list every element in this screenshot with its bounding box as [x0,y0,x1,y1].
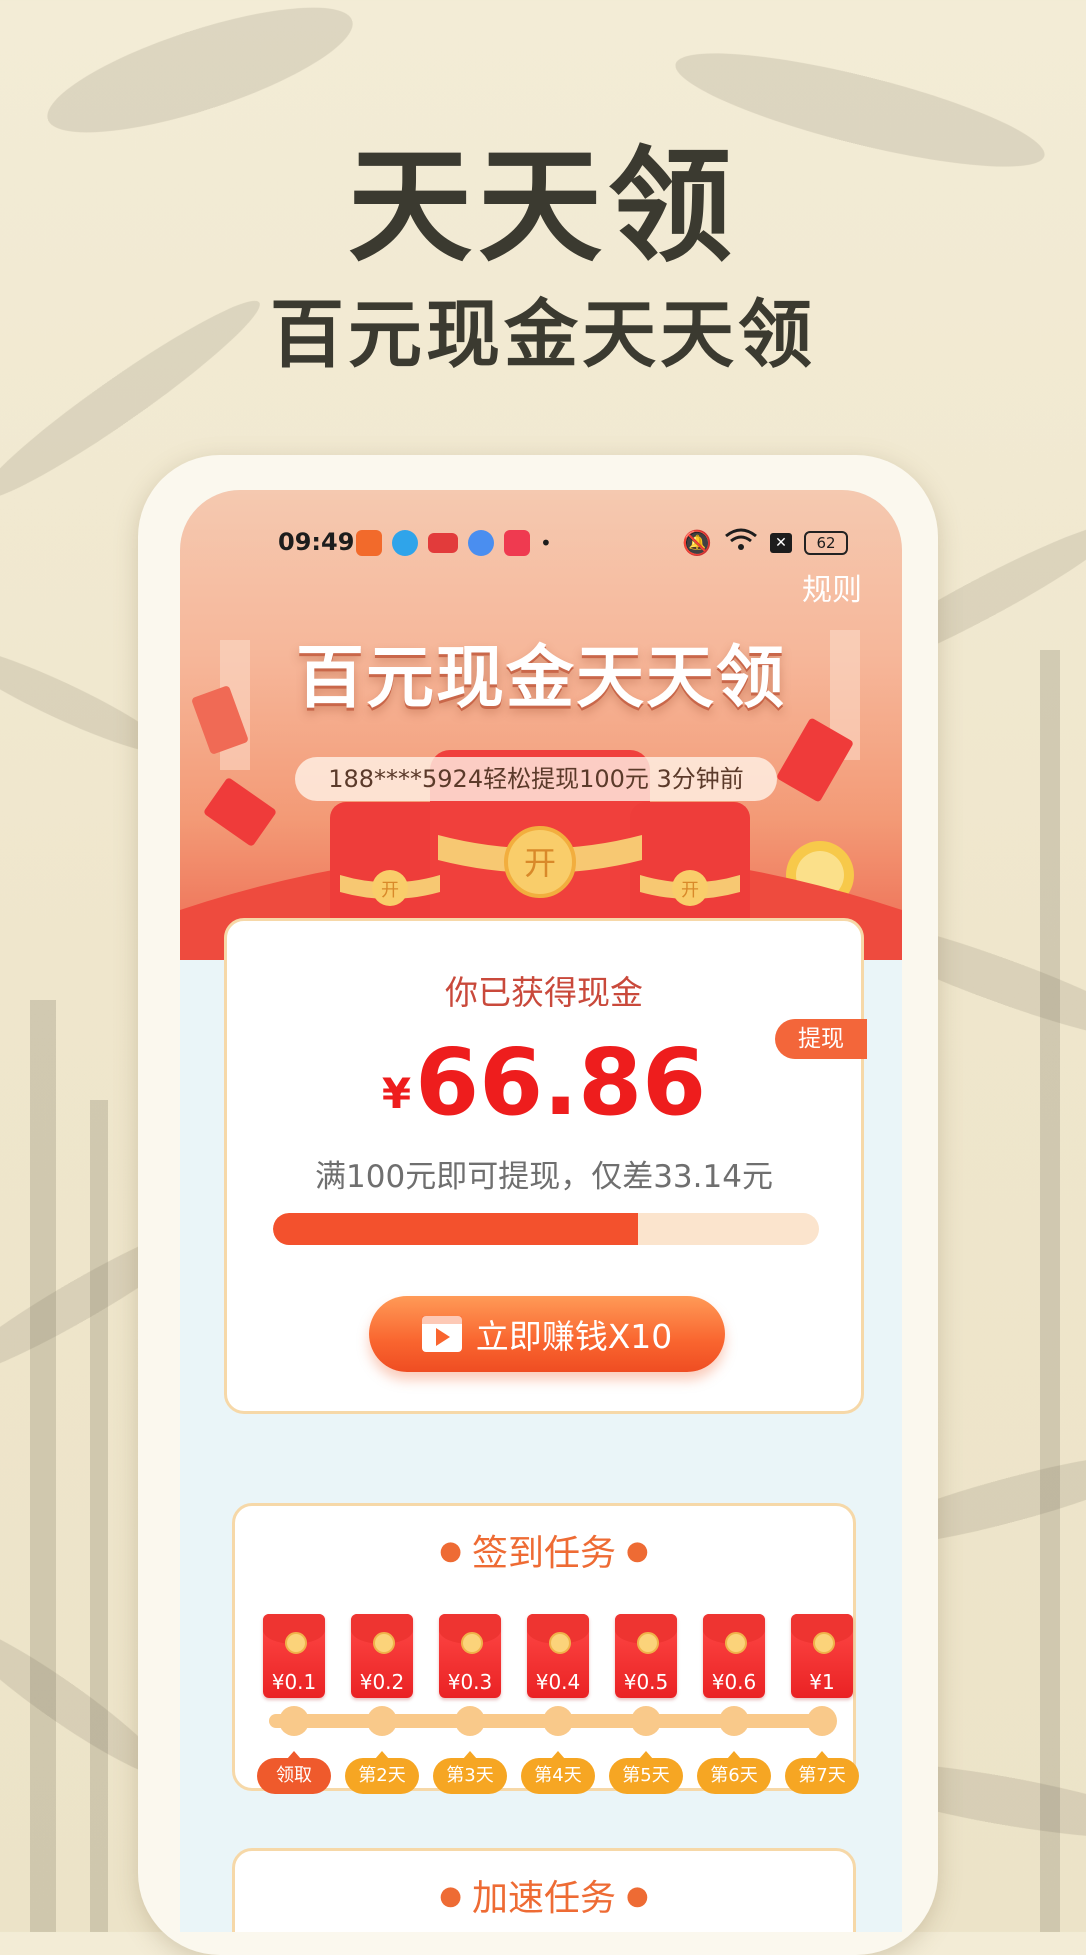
reward-envelopes: ¥0.1 ¥0.2 ¥0.3 ¥0.4 ¥0.5 ¥0.6 ¥1 [249,1614,853,1704]
svg-text:开: 开 [681,880,699,901]
reward-amount: ¥0.2 [359,1670,405,1694]
sign-in-day-label: 第6天 [697,1758,771,1794]
timeline-dot [631,1706,661,1736]
cash-amount: ¥66.86 [227,1029,861,1136]
reward-envelope[interactable]: ¥0.2 [351,1614,413,1698]
app-notification-icon [356,530,382,556]
title-dot-icon: ● [439,1881,462,1911]
status-bar: 09:49 • 🔕 ✕ 62 [180,526,902,566]
app-notification-icon [504,530,530,556]
reward-envelope[interactable]: ¥1 [791,1614,853,1698]
reward-envelope[interactable]: ¥0.5 [615,1614,677,1698]
withdraw-progress-bar [273,1213,819,1245]
sign-in-day-label: 第4天 [521,1758,595,1794]
coin-icon [373,1632,395,1654]
hero-title: 天天领 [347,135,738,279]
earn-money-label: 立即赚钱X10 [475,1317,673,1356]
timeline-dot [279,1706,309,1736]
reward-envelope[interactable]: ¥0.1 [263,1614,325,1698]
title-dot-icon: ● [439,1536,462,1566]
reward-amount: ¥1 [809,1670,835,1694]
reward-envelope[interactable]: ¥0.6 [703,1614,765,1698]
sign-in-timeline [269,1706,837,1736]
withdraw-button[interactable]: 提现 [775,1019,867,1059]
coin-icon [725,1632,747,1654]
battery-indicator: 62 [804,531,848,555]
status-right-icons: 🔕 ✕ 62 [682,528,848,558]
rules-link[interactable]: 规则 [802,565,862,609]
coin-icon [813,1632,835,1654]
sign-in-day-label: 第3天 [433,1758,507,1794]
cash-card: 你已获得现金 ¥66.86 提现 满100元即可提现，仅差33.14元 立即赚钱… [224,918,867,1414]
video-play-icon [421,1316,462,1352]
sign-in-day-label: 第2天 [345,1758,419,1794]
cash-value: 66.86 [415,1029,707,1136]
coin-icon [549,1632,571,1654]
reward-amount: ¥0.6 [711,1670,757,1694]
currency-symbol: ¥ [381,1069,412,1118]
app-notification-icon [392,530,418,556]
hero-subtitle: 百元现金天天领 [270,292,816,378]
status-time: 09:49 [278,528,355,556]
reward-envelope[interactable]: ¥0.4 [527,1614,589,1698]
speed-up-task-card: ● 加速任务 ● [232,1848,856,1932]
timeline-dot [455,1706,485,1736]
claim-button[interactable]: 领取 [257,1758,331,1794]
sign-in-day-label: 第5天 [609,1758,683,1794]
reward-amount: ¥0.5 [623,1670,669,1694]
timeline-dot [543,1706,573,1736]
title-dot-icon: ● [626,1881,649,1911]
sign-in-task-card: ● 签到任务 ● ¥0.1 ¥0.2 ¥0.3 ¥0.4 ¥0.5 ¥0.6 ¥1 领取 第2天第… [232,1503,859,1794]
more-dot-icon: • [540,531,552,555]
cash-label: 你已获得现金 [445,973,643,1012]
sign-in-task-title: ● 签到任务 ● [439,1533,649,1574]
app-screen: 开 开 开 09:49 • 🔕 ✕ 62 规则 百元现金天天领 188****5… [180,490,902,1932]
speed-up-task-title: ● 加速任务 ● [439,1878,649,1919]
title-dot-icon: ● [626,1536,649,1566]
earn-money-button[interactable]: 立即赚钱X10 [369,1296,725,1372]
svg-text:开: 开 [524,844,556,882]
wifi-icon [724,528,758,558]
coin-icon [637,1632,659,1654]
svg-text:开: 开 [381,880,399,901]
sign-in-day-label: 第7天 [785,1758,859,1794]
reward-amount: ¥0.4 [535,1670,581,1694]
mute-icon: 🔕 [682,529,712,557]
app-notification-icon [428,533,458,553]
coin-icon [285,1632,307,1654]
timeline-dot [367,1706,397,1736]
sim-off-icon: ✕ [770,533,792,553]
reward-envelope[interactable]: ¥0.3 [439,1614,501,1698]
status-app-icons: • [356,530,552,556]
app-notification-icon [468,530,494,556]
reward-amount: ¥0.1 [271,1670,317,1694]
withdraw-progress-fill [273,1213,639,1245]
withdraw-hint: 满100元即可提现，仅差33.14元 [315,1159,773,1195]
timeline-dot [807,1706,837,1736]
banner-title: 百元现金天天领 [295,639,786,718]
withdraw-ticker: 188****5924轻松提现100元 3分钟前 [295,757,777,801]
reward-amount: ¥0.3 [447,1670,493,1694]
timeline-dot [719,1706,749,1736]
coin-icon [461,1632,483,1654]
top-banner: 开 开 开 09:49 • 🔕 ✕ 62 规则 百元现金天天领 188****5… [180,490,902,960]
